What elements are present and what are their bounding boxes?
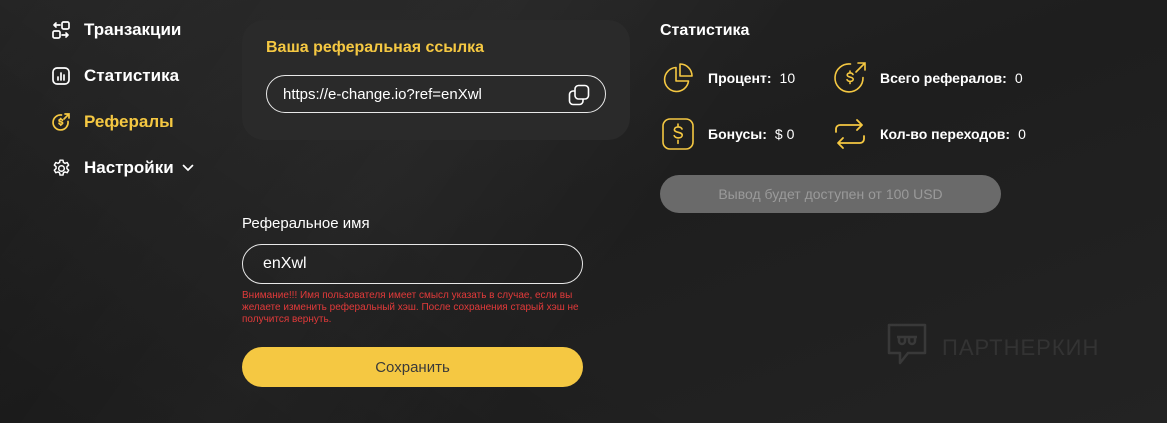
- sidebar-item-transactions[interactable]: Транзакции: [50, 18, 194, 42]
- stat-percent-value: 10: [779, 70, 796, 86]
- transactions-icon: [50, 19, 72, 41]
- save-button[interactable]: Сохранить: [242, 347, 583, 387]
- sidebar-item-label: Статистика: [84, 66, 180, 85]
- withdraw-button[interactable]: Вывод будет доступен от 100 USD: [660, 175, 1001, 213]
- referral-name-label: Реферальное имя: [242, 215, 370, 232]
- stat-bonuses-label: Бонусы:: [708, 126, 767, 142]
- stat-clicks-label: Кол-во переходов:: [880, 126, 1011, 142]
- referral-link-value: https://e-change.io?ref=enXwl: [283, 86, 482, 103]
- copy-icon[interactable]: [567, 83, 591, 107]
- settings-icon: [50, 157, 72, 179]
- sidebar-nav: Транзакции Статистика Рефералы Настройки: [50, 18, 194, 202]
- dollar-card-icon: [660, 116, 696, 152]
- repeat-arrows-icon: [832, 116, 868, 152]
- sidebar-item-label: Транзакции: [84, 20, 182, 39]
- sidebar-item-label: Настройки: [84, 158, 174, 177]
- sidebar-item-statistics[interactable]: Статистика: [50, 64, 194, 88]
- stat-clicks-value: 0: [1018, 126, 1026, 142]
- pie-chart-icon: [660, 60, 696, 96]
- referral-link-title: Ваша реферальная ссылка: [266, 39, 485, 56]
- stat-bonuses-value: $ 0: [774, 126, 795, 142]
- referral-name-warning: Внимание!!! Имя пользователя имеет смысл…: [242, 290, 579, 325]
- stat-percent: Процент: 10: [660, 60, 795, 96]
- sidebar-item-referrals[interactable]: Рефералы: [50, 110, 194, 134]
- referral-name-input[interactable]: [242, 244, 583, 284]
- dollar-coin-arrow-icon: [832, 60, 868, 96]
- referrals-icon: [50, 111, 72, 133]
- statistics-title: Статистика: [660, 22, 750, 39]
- stat-clicks: Кол-во переходов: 0: [832, 116, 1026, 152]
- referral-link-card: Ваша реферальная ссылка https://e-change…: [242, 20, 630, 140]
- stat-total-referrals-value: 0: [1014, 70, 1023, 86]
- stat-percent-label: Процент:: [708, 70, 772, 86]
- stat-bonuses: Бонусы: $ 0: [660, 116, 794, 152]
- sidebar-item-settings[interactable]: Настройки: [50, 156, 194, 180]
- sidebar-item-label: Рефералы: [84, 112, 174, 131]
- stat-total-referrals: Всего рефералов: 0: [832, 60, 1023, 96]
- stat-total-referrals-label: Всего рефералов:: [880, 70, 1007, 86]
- chevron-down-icon[interactable]: [182, 162, 194, 174]
- watermark-text: ПАРТНЕРКИН: [942, 334, 1100, 360]
- referral-link-field[interactable]: https://e-change.io?ref=enXwl: [266, 75, 606, 113]
- partnerkin-logo-icon: [886, 322, 928, 373]
- watermark: ПАРТНЕРКИН: [886, 322, 1099, 373]
- statistics-icon: [50, 65, 72, 87]
